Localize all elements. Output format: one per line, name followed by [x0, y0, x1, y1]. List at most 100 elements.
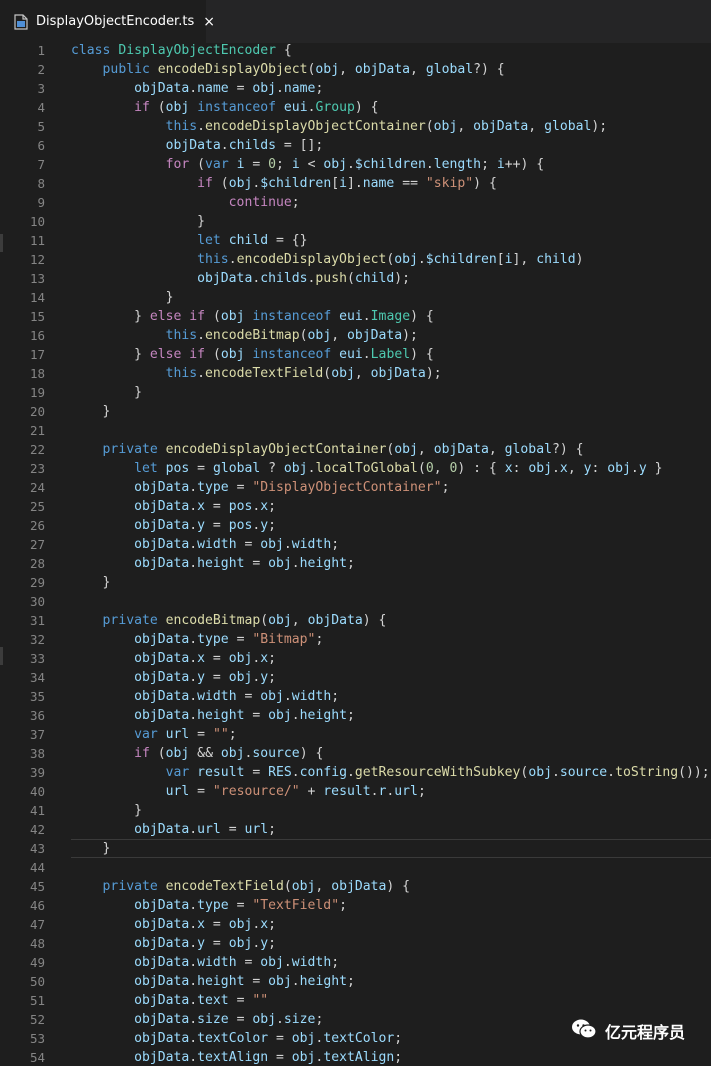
line-number: 28	[29, 556, 45, 571]
code-line[interactable]: 13 objData.childs.push(child);	[0, 269, 711, 288]
code-text: let child = {}	[197, 233, 308, 248]
code-line[interactable]: 22 private encodeDisplayObjectContainer(…	[0, 440, 711, 459]
code-text: }	[71, 575, 111, 590]
line-number: 31	[29, 613, 45, 628]
code-line[interactable]: 11 let child = {}	[0, 231, 711, 250]
code-text: if (obj.$children[i].name == "skip") {	[197, 176, 497, 191]
line-number: 26	[29, 518, 45, 533]
close-icon[interactable]: ×	[203, 14, 215, 30]
code-text: objData.type = "DisplayObjectContainer";	[134, 480, 450, 495]
code-line[interactable]: 9 continue;	[0, 193, 711, 212]
code-text: }	[71, 214, 206, 229]
code-editor[interactable]: 1 class DisplayObjectEncoder {2 public en…	[0, 43, 711, 1066]
code-line[interactable]: 16 this.encodeBitmap(obj, objData);	[0, 326, 711, 345]
code-text: objData.width = obj.width;	[134, 955, 340, 970]
line-number: 15	[29, 309, 45, 324]
code-line[interactable]: 5 this.encodeDisplayObjectContainer(obj,…	[0, 117, 711, 136]
code-line[interactable]: 27 objData.width = obj.width;	[0, 535, 711, 554]
line-number: 30	[29, 594, 45, 609]
code-line[interactable]: 15 } else if (obj instanceof eui.Image) …	[0, 307, 711, 326]
line-number: 10	[29, 214, 45, 229]
code-line[interactable]: 1 class DisplayObjectEncoder {	[0, 43, 711, 60]
line-number: 2	[37, 62, 45, 77]
line-number: 47	[29, 917, 45, 932]
code-line[interactable]: 54 objData.textAlign = obj.textAlign;	[0, 1048, 711, 1066]
code-line[interactable]: 39 var result = RES.config.getResourceWi…	[0, 763, 711, 782]
code-line[interactable]: 33 objData.x = obj.x;	[0, 649, 711, 668]
code-text: objData.childs = [];	[165, 138, 324, 153]
code-line[interactable]: 14 }	[0, 288, 711, 307]
code-line[interactable]: 45 private encodeTextField(obj, objData)…	[0, 877, 711, 896]
code-text: objData.y = pos.y;	[134, 518, 277, 533]
code-line[interactable]: 7 for (var i = 0; i < obj.$children.leng…	[0, 155, 711, 174]
line-number: 12	[29, 252, 45, 267]
code-line[interactable]: 50 objData.height = obj.height;	[0, 972, 711, 991]
code-text: objData.name = obj.name;	[134, 81, 324, 96]
code-text: }	[71, 803, 142, 818]
code-text: objData.childs.push(child);	[197, 271, 411, 286]
code-line[interactable]: 12 this.encodeDisplayObject(obj.$childre…	[0, 250, 711, 269]
line-number: 53	[29, 1031, 45, 1046]
code-line[interactable]: 18 this.encodeTextField(obj, objData);	[0, 364, 711, 383]
code-line[interactable]: 19 }	[0, 383, 711, 402]
code-line[interactable]: 26 objData.y = pos.y;	[0, 516, 711, 535]
code-line[interactable]: 8 if (obj.$children[i].name == "skip") {	[0, 174, 711, 193]
code-line[interactable]: 30	[0, 592, 711, 611]
code-text: if (obj && obj.source) {	[134, 746, 324, 761]
code-line[interactable]: 51 objData.text = ""	[0, 991, 711, 1010]
code-text: let pos = global ? obj.localToGlobal(0, …	[134, 461, 663, 476]
line-number: 3	[37, 81, 45, 96]
code-line[interactable]: 36 objData.height = obj.height;	[0, 706, 711, 725]
code-line[interactable]: 25 objData.x = pos.x;	[0, 497, 711, 516]
code-line[interactable]: 10 }	[0, 212, 711, 231]
code-line[interactable]: 47 objData.x = obj.x;	[0, 915, 711, 934]
code-line[interactable]: 40 url = "resource/" + result.r.url;	[0, 782, 711, 801]
code-line[interactable]: 44	[0, 858, 711, 877]
code-line[interactable]: 28 objData.height = obj.height;	[0, 554, 711, 573]
code-line[interactable]: 21	[0, 421, 711, 440]
code-line[interactable]: 35 objData.width = obj.width;	[0, 687, 711, 706]
code-text: objData.x = obj.x;	[134, 917, 277, 932]
line-number: 44	[29, 860, 45, 875]
line-number: 33	[29, 651, 45, 666]
line-number: 36	[29, 708, 45, 723]
line-number: 18	[29, 366, 45, 381]
line-number: 9	[37, 195, 45, 210]
code-line[interactable]: 31 private encodeBitmap(obj, objData) {	[0, 611, 711, 630]
code-line[interactable]: 4 if (obj instanceof eui.Group) {	[0, 98, 711, 117]
code-line[interactable]: 41 }	[0, 801, 711, 820]
code-text: objData.height = obj.height;	[134, 708, 355, 723]
code-text: } else if (obj instanceof eui.Image) {	[71, 309, 434, 324]
code-text: objData.width = obj.width;	[134, 537, 340, 552]
code-line[interactable]: 34 objData.y = obj.y;	[0, 668, 711, 687]
tab-display-object-encoder[interactable]: DisplayObjectEncoder.ts ×	[0, 0, 215, 43]
code-text: objData.y = obj.y;	[134, 936, 277, 951]
code-line[interactable]: 43 }	[0, 839, 711, 858]
code-line[interactable]: 20 }	[0, 402, 711, 421]
code-line[interactable]: 23 let pos = global ? obj.localToGlobal(…	[0, 459, 711, 478]
code-line[interactable]: 48 objData.y = obj.y;	[0, 934, 711, 953]
line-number: 39	[29, 765, 45, 780]
code-line[interactable]: 24 objData.type = "DisplayObjectContaine…	[0, 478, 711, 497]
code-line[interactable]: 29 }	[0, 573, 711, 592]
code-text: this.encodeBitmap(obj, objData);	[165, 328, 418, 343]
code-text: private encodeTextField(obj, objData) {	[102, 879, 411, 894]
code-line[interactable]: 46 objData.type = "TextField";	[0, 896, 711, 915]
line-number: 35	[29, 689, 45, 704]
line-number: 21	[29, 423, 45, 438]
code-line[interactable]: 17 } else if (obj instanceof eui.Label) …	[0, 345, 711, 364]
code-text: objData.textAlign = obj.textAlign;	[134, 1050, 403, 1065]
code-line[interactable]: 6 objData.childs = [];	[0, 136, 711, 155]
code-line[interactable]: 32 objData.type = "Bitmap";	[0, 630, 711, 649]
line-number: 43	[29, 841, 45, 856]
code-line[interactable]: 37 var url = "";	[0, 725, 711, 744]
code-line[interactable]: 2 public encodeDisplayObject(obj, objDat…	[0, 60, 711, 79]
line-number: 4	[37, 100, 45, 115]
code-text: }	[71, 385, 142, 400]
code-line[interactable]: 3 objData.name = obj.name;	[0, 79, 711, 98]
code-line[interactable]: 38 if (obj && obj.source) {	[0, 744, 711, 763]
code-text: this.encodeDisplayObject(obj.$children[i…	[197, 252, 584, 267]
code-line[interactable]: 42 objData.url = url;	[0, 820, 711, 839]
line-number: 14	[29, 290, 45, 305]
code-line[interactable]: 49 objData.width = obj.width;	[0, 953, 711, 972]
